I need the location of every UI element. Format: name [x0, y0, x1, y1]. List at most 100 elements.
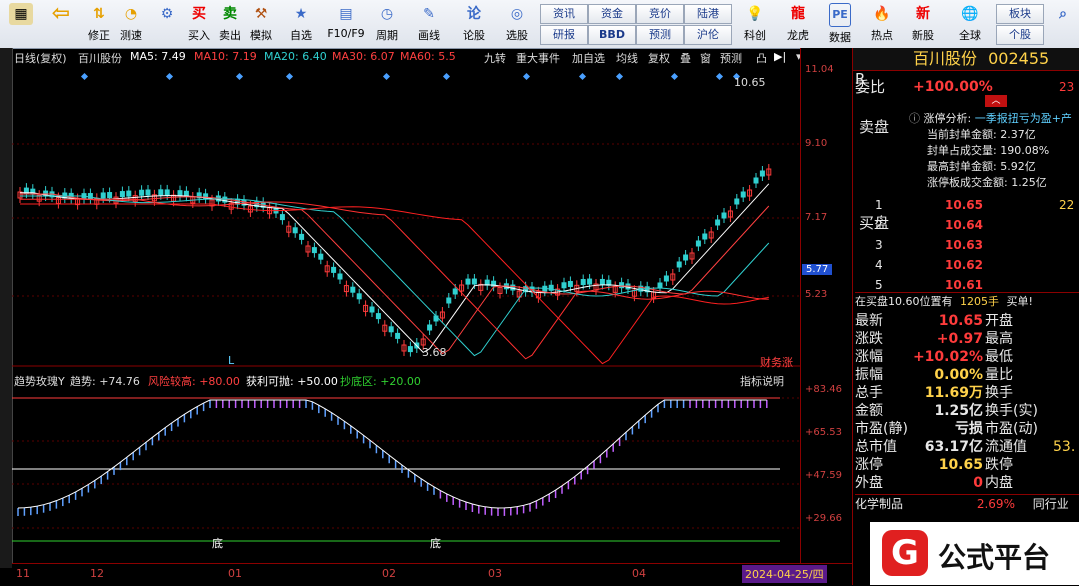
settings-button[interactable]: ⚙: [150, 2, 184, 46]
signal-marker: [670, 72, 679, 81]
period-button[interactable]: ◷ 周期: [370, 2, 404, 46]
buy-button[interactable]: 买买入: [182, 2, 216, 46]
expand-up-icon[interactable]: ︿: [985, 95, 1007, 107]
quote-label: 涨跌: [855, 331, 883, 347]
menu-grid-button[interactable]: ▦: [4, 2, 38, 46]
quote-row: 涨跌 +0.97 最高: [853, 330, 1079, 348]
candle: [356, 293, 362, 300]
signal-marker: [715, 72, 724, 81]
quote-row: 振幅 0.00% 量比: [853, 366, 1079, 384]
candle: [318, 253, 324, 260]
sell-icon: 卖: [223, 6, 237, 22]
price-tick: 5.23: [805, 289, 828, 300]
logo-g-icon: G: [882, 530, 928, 576]
candle: [695, 240, 701, 247]
radar-icon: ◎: [510, 6, 524, 22]
stock-pick-button[interactable]: ◎ 选股: [500, 2, 534, 46]
correct-button[interactable]: ⇅ 修正: [82, 2, 116, 46]
candle: [311, 247, 317, 254]
limit-reason: 一季报扭亏为盈+产: [974, 112, 1072, 125]
ma5-line: [20, 183, 770, 354]
candle: [446, 297, 452, 304]
candle: [734, 198, 740, 205]
candle: [567, 280, 573, 287]
data-button[interactable]: PE 数据: [823, 2, 857, 46]
time-tick: 03: [488, 567, 502, 580]
ma30-line: [20, 198, 769, 360]
candle: [375, 313, 381, 320]
buy-book-row[interactable]: 4 10.62: [853, 256, 1079, 274]
dragon-tiger-button[interactable]: 龍龙虎: [781, 2, 815, 46]
quote-label-2: 市盈(动): [985, 421, 1038, 437]
quote-row: 市盈(静) 亏损 市盈(动): [853, 420, 1079, 438]
webi-label: 委比: [855, 78, 886, 96]
quote-label-2: 量比: [985, 367, 1013, 383]
quote-value: +0.97: [936, 331, 983, 347]
speed-test-button[interactable]: ◔ 测速: [114, 2, 148, 46]
forecast-button[interactable]: 预测: [636, 25, 684, 45]
quote-value: 10.65: [938, 313, 983, 329]
quote-row: 涨幅 +10.02% 最低: [853, 348, 1079, 366]
book-price: 10.64: [945, 218, 983, 232]
sh-london-button[interactable]: 沪伦: [684, 25, 732, 45]
sector-button[interactable]: 板块: [996, 4, 1044, 24]
hotspot-button[interactable]: 🔥 热点: [865, 2, 899, 46]
buy-book-row[interactable]: 1 10.65 22: [853, 196, 1079, 214]
simulate-button[interactable]: ⚒ 模拟: [244, 2, 278, 46]
sell-button[interactable]: 卖卖出: [213, 2, 247, 46]
quote-value: 1.25亿: [934, 403, 983, 419]
auction-button[interactable]: 竞价: [636, 4, 684, 24]
quote-label-2: 换手(实): [985, 403, 1038, 419]
ma20-line: [20, 195, 770, 357]
bbd-button[interactable]: BBD: [588, 25, 636, 45]
candle: [657, 282, 663, 289]
ipo-button[interactable]: 新新股: [906, 2, 940, 46]
indicator-help-button[interactable]: 指标说明: [740, 373, 784, 389]
funds-button[interactable]: 资金: [588, 4, 636, 24]
indicator-risk: 风险较高: +80.00: [148, 375, 240, 388]
global-button[interactable]: 🌐 全球: [953, 2, 987, 46]
discuss-button[interactable]: 论论股: [457, 2, 491, 46]
indicator-name: 趋势玫瑰Y: [14, 375, 65, 388]
buy-book-row[interactable]: 2 10.64: [853, 216, 1079, 234]
pencil-icon: ✎: [423, 6, 435, 22]
high-price-label: 10.65: [734, 76, 766, 89]
candle: [337, 273, 343, 280]
research-button[interactable]: 研报: [540, 25, 588, 45]
kline-chart[interactable]: 日线(复权) 百川股份 MA5: 7.49 MA10: 7.19 MA20: 6…: [12, 48, 802, 568]
candle: [587, 278, 593, 285]
quote-label: 总市值: [855, 439, 897, 455]
time-tick: 02: [382, 567, 396, 580]
star-market-button[interactable]: 💡 科创: [738, 2, 772, 46]
buy-book-row[interactable]: 3 10.63: [853, 236, 1079, 254]
watchlist-button[interactable]: ★ 自选: [284, 2, 318, 46]
quote-label-2: 流通值: [985, 439, 1027, 455]
quote-label: 涨停: [855, 457, 883, 473]
globe-icon: 🌐: [961, 6, 979, 22]
candle: [663, 275, 669, 282]
candle: [407, 346, 413, 353]
hk-connect-button[interactable]: 陆港: [684, 4, 732, 24]
time-tick: 11: [16, 567, 30, 580]
buy-icon: 买: [192, 6, 206, 22]
logo-text: 公式平台: [938, 541, 1051, 574]
sector-row[interactable]: 化学制品 2.69% 同行业: [855, 494, 1079, 513]
back-button[interactable]: ⇦: [44, 2, 78, 46]
search-button[interactable]: ⌕: [1046, 2, 1079, 46]
ind-tick: +29.66: [805, 513, 843, 524]
candle: [292, 227, 298, 234]
limit-stat: 涨停板成交金额: 1.25亿: [927, 176, 1047, 189]
toolbar: ▦ ⇦ ⇅ 修正 ◔ 测速 ⚙ 买买入 卖卖出 ⚒ 模拟 ★ 自选 ▤ F10/F9 ◷ 周…: [0, 0, 1079, 49]
indicator-trend: 趋势: +74.76: [70, 375, 140, 388]
current-price-tag: 5.77: [802, 264, 833, 275]
candle: [279, 214, 285, 221]
individual-button[interactable]: 个股: [996, 25, 1044, 45]
candle: [715, 219, 721, 226]
candle: [561, 282, 567, 289]
candle: [350, 286, 356, 293]
quote-row: 总市值 63.17亿 流通值 53.: [853, 438, 1079, 456]
draw-line-button[interactable]: ✎ 画线: [412, 2, 446, 46]
logo: G 公式平台: [870, 522, 1079, 585]
f10-button[interactable]: ▤ F10/F9: [326, 2, 366, 46]
news-button[interactable]: 资讯: [540, 4, 588, 24]
